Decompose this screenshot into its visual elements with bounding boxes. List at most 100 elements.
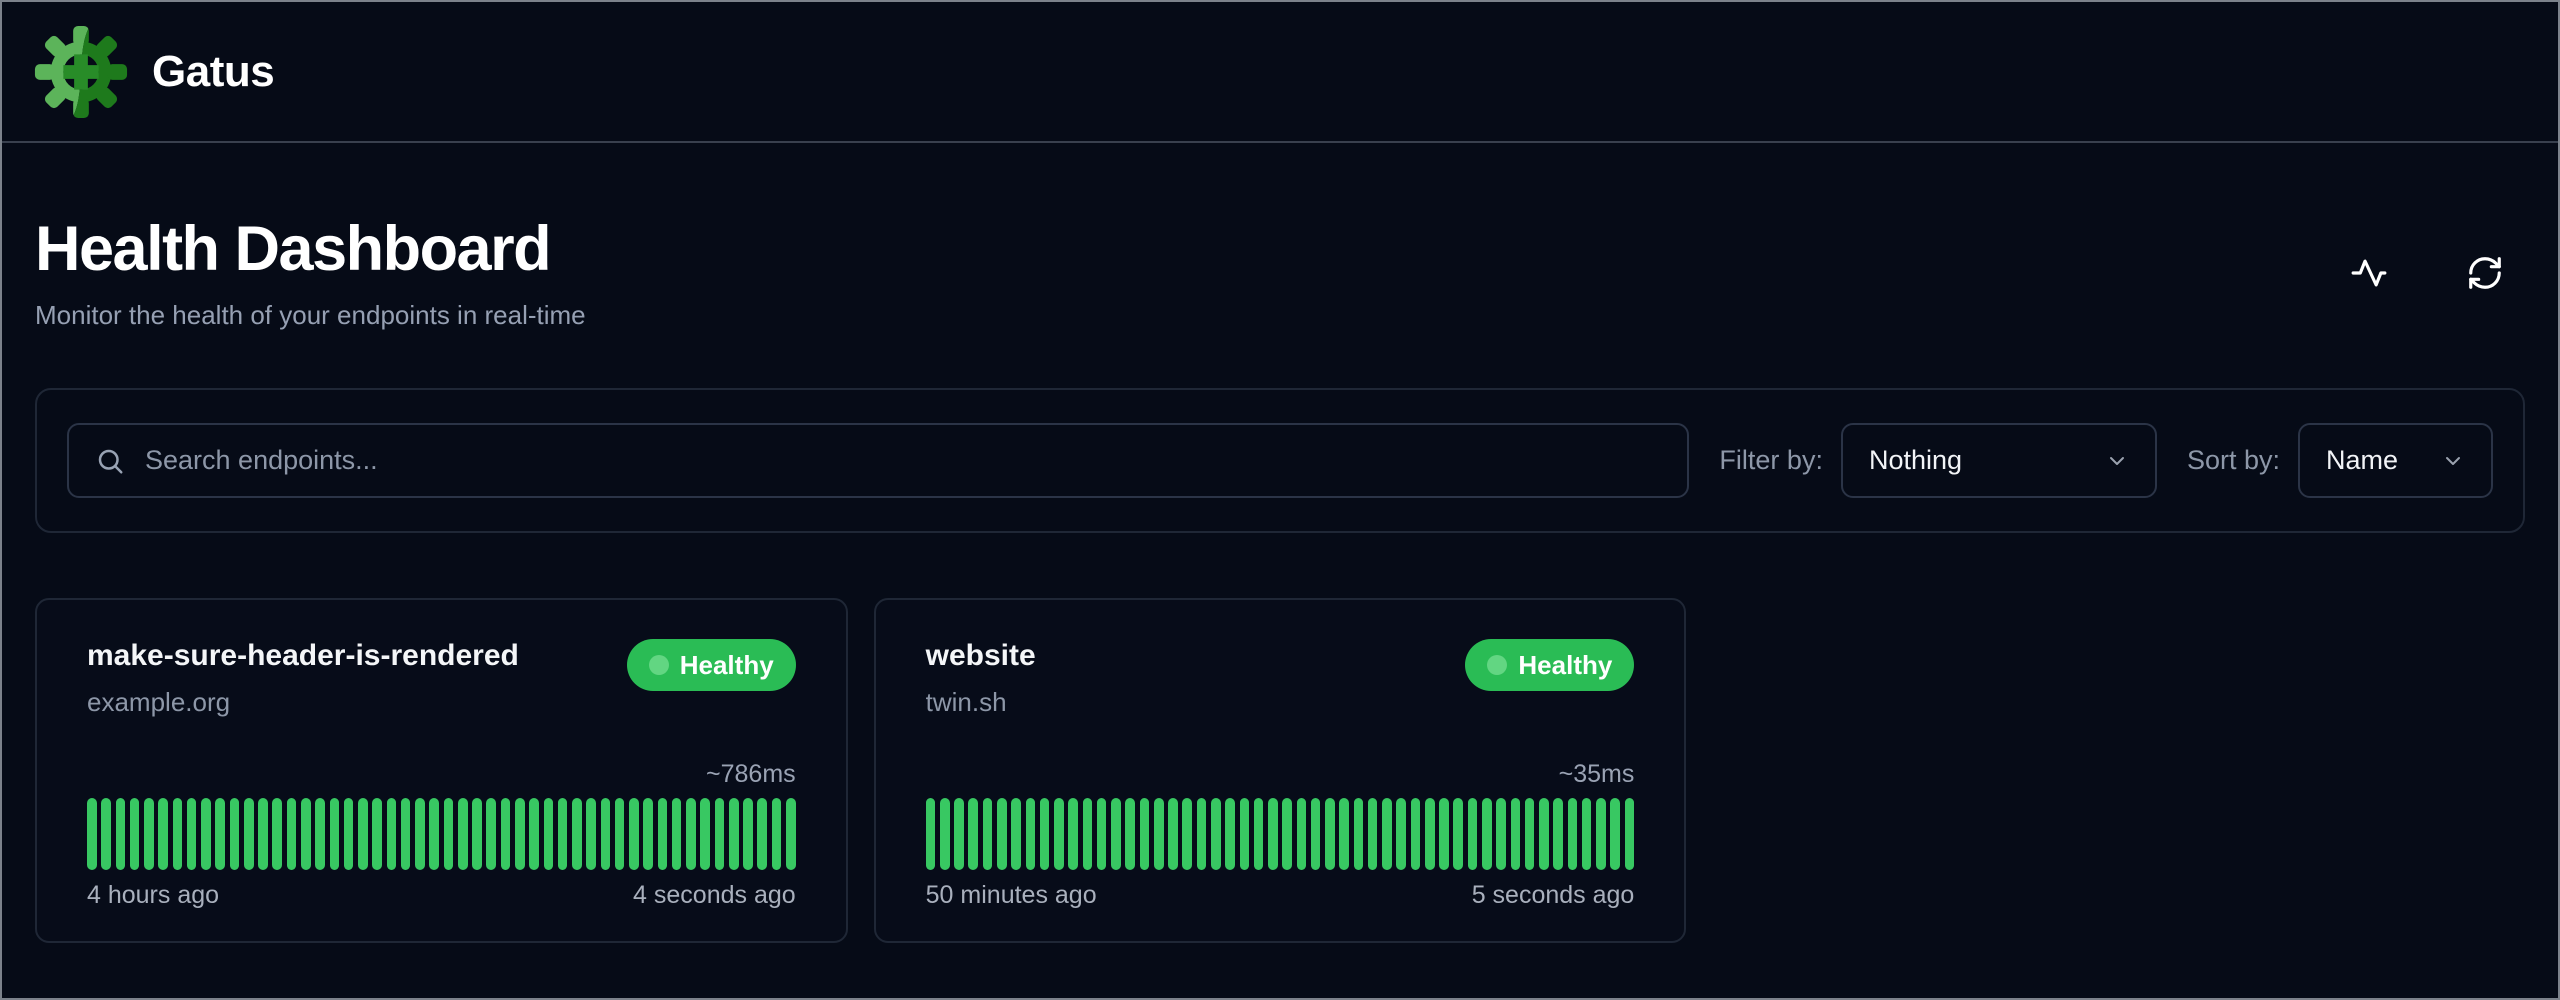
uptime-bar — [629, 798, 639, 870]
status-dot-icon — [1487, 655, 1507, 675]
uptime-bar — [301, 798, 311, 870]
uptime-bar — [472, 798, 482, 870]
uptime-bar — [344, 798, 354, 870]
uptime-bar — [1282, 798, 1292, 870]
refresh-button[interactable] — [2465, 253, 2505, 293]
uptime-bar — [1325, 798, 1335, 870]
uptime-bars[interactable] — [87, 798, 796, 870]
endpoint-card-header: make-sure-header-is-rendered example.org… — [87, 639, 796, 718]
header-actions — [2349, 253, 2505, 293]
uptime-bar — [287, 798, 297, 870]
uptime-bar — [529, 798, 539, 870]
uptime-bar — [1026, 798, 1036, 870]
uptime-bar — [558, 798, 568, 870]
brand-name: Gatus — [152, 47, 274, 97]
main-content: Health Dashboard Monitor the health of y… — [2, 215, 2558, 943]
endpoint-identity: website twin.sh — [926, 639, 1036, 718]
uptime-bar — [940, 798, 950, 870]
uptime-bar — [372, 798, 382, 870]
uptime-bar — [926, 798, 936, 870]
chevron-down-icon — [2441, 449, 2465, 473]
uptime-bar — [1354, 798, 1364, 870]
search-input[interactable] — [145, 445, 1661, 476]
endpoint-name: make-sure-header-is-rendered — [87, 639, 519, 673]
uptime-bar — [358, 798, 368, 870]
uptime-bars[interactable] — [926, 798, 1635, 870]
endpoint-card[interactable]: make-sure-header-is-rendered example.org… — [35, 598, 848, 943]
endpoint-card[interactable]: website twin.sh Healthy ~35ms 50 minutes… — [874, 598, 1687, 943]
activity-pulse-icon — [2350, 254, 2388, 292]
uptime-bar — [330, 798, 340, 870]
uptime-bar — [1154, 798, 1164, 870]
uptime-bar — [1111, 798, 1121, 870]
sort-select[interactable]: Name — [2298, 423, 2493, 498]
uptime-bar — [1339, 798, 1349, 870]
filter-bar: Filter by: Nothing Sort by: Name — [35, 388, 2525, 533]
time-range-end: 5 seconds ago — [1472, 881, 1635, 910]
search-box[interactable] — [67, 423, 1689, 498]
endpoint-name: website — [926, 639, 1036, 673]
uptime-bar — [1083, 798, 1093, 870]
uptime-bar — [1182, 798, 1192, 870]
uptime-bar — [1482, 798, 1492, 870]
uptime-bar — [173, 798, 183, 870]
uptime-bar — [429, 798, 439, 870]
uptime-bar — [1140, 798, 1150, 870]
page-subtitle: Monitor the health of your endpoints in … — [35, 300, 586, 331]
page-header: Health Dashboard Monitor the health of y… — [35, 215, 2525, 331]
endpoint-host: example.org — [87, 687, 519, 718]
uptime-bar — [1240, 798, 1250, 870]
uptime-bar — [1411, 798, 1421, 870]
uptime-bar — [486, 798, 496, 870]
uptime-bar — [158, 798, 168, 870]
uptime-bar — [1054, 798, 1064, 870]
page-titles: Health Dashboard Monitor the health of y… — [35, 215, 586, 331]
home-link[interactable]: Gatus — [32, 23, 274, 121]
uptime-bar — [1625, 798, 1635, 870]
uptime-bar — [743, 798, 753, 870]
filter-selected-value: Nothing — [1869, 445, 1962, 476]
uptime-bar — [954, 798, 964, 870]
uptime-bar — [601, 798, 611, 870]
uptime-bar — [1511, 798, 1521, 870]
time-range-start: 50 minutes ago — [926, 881, 1097, 910]
uptime-bar — [729, 798, 739, 870]
top-navbar: Gatus — [2, 2, 2558, 143]
uptime-bar — [215, 798, 225, 870]
uptime-bar — [643, 798, 653, 870]
activity-pulse-button[interactable] — [2349, 253, 2389, 293]
uptime-bar — [586, 798, 596, 870]
uptime-bar — [672, 798, 682, 870]
uptime-bar — [997, 798, 1007, 870]
sort-label: Sort by: — [2187, 445, 2280, 476]
filter-select[interactable]: Nothing — [1841, 423, 2157, 498]
uptime-bar — [1040, 798, 1050, 870]
uptime-bar — [1068, 798, 1078, 870]
uptime-bar — [772, 798, 782, 870]
uptime-bar — [1368, 798, 1378, 870]
uptime-bar — [415, 798, 425, 870]
uptime-bar — [615, 798, 625, 870]
uptime-bar — [544, 798, 554, 870]
uptime-bar — [501, 798, 511, 870]
status-badge: Healthy — [627, 639, 796, 691]
uptime-bar — [1496, 798, 1506, 870]
uptime-bar — [1011, 798, 1021, 870]
page-title: Health Dashboard — [35, 215, 586, 284]
avg-response-time: ~35ms — [926, 760, 1635, 789]
uptime-bar — [1439, 798, 1449, 870]
uptime-bar — [87, 798, 97, 870]
uptime-bar — [444, 798, 454, 870]
uptime-bar — [1468, 798, 1478, 870]
uptime-bar — [387, 798, 397, 870]
uptime-bar — [1553, 798, 1563, 870]
uptime-bar — [1125, 798, 1135, 870]
uptime-bar — [1582, 798, 1592, 870]
uptime-bar — [515, 798, 525, 870]
uptime-bar — [272, 798, 282, 870]
uptime-bar — [1596, 798, 1606, 870]
uptime-bar — [983, 798, 993, 870]
uptime-bar — [1311, 798, 1321, 870]
status-dot-icon — [649, 655, 669, 675]
uptime-bar — [130, 798, 140, 870]
